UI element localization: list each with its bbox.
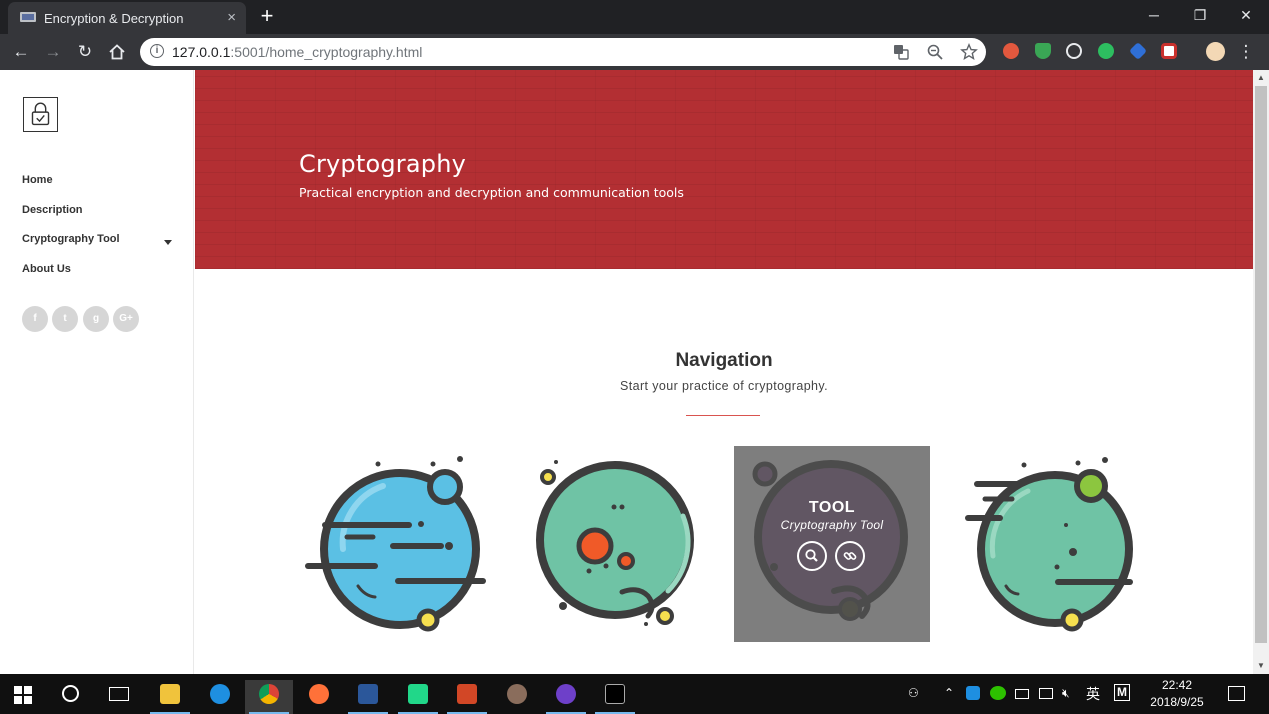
clock-date: 2018/9/25 (1150, 695, 1204, 709)
sidebar-item-home[interactable]: Home (22, 174, 120, 204)
browser-tab-strip: Encryption & Decryption × + ─ ❐ ✕ (0, 0, 1269, 34)
word-icon[interactable] (344, 680, 392, 714)
google-plus-icon[interactable]: G+ (113, 306, 139, 332)
green-planet-icon (536, 460, 694, 626)
extension-sync-icon[interactable] (1066, 43, 1082, 59)
sidebar-item-description[interactable]: Description (22, 204, 120, 234)
scroll-up-arrow-icon[interactable]: ▲ (1253, 70, 1269, 86)
hero-title: Cryptography (299, 150, 467, 178)
nav-card-home[interactable] (960, 446, 1156, 642)
section-divider (686, 415, 760, 416)
windows-taskbar: ⚇ ⌃ 🔇︎ 英 M 22:42 2018/9/25 (0, 674, 1269, 714)
tab-title: Encryption & Decryption (44, 11, 184, 26)
facebook-icon[interactable]: f (22, 306, 48, 332)
restore-button[interactable]: ❐ (1177, 0, 1223, 30)
reload-icon[interactable]: ↻ (73, 40, 97, 64)
link-icon[interactable] (835, 541, 865, 571)
sidebar-item-label: Home (22, 174, 53, 186)
sidebar-item-label: Description (22, 203, 83, 216)
github-desktop-icon[interactable] (542, 680, 590, 714)
search-circle-icon[interactable] (62, 685, 79, 702)
translate-icon[interactable] (892, 43, 910, 61)
windows-start-icon[interactable] (14, 686, 32, 704)
section-title: Navigation (675, 350, 773, 371)
forward-arrow-icon[interactable]: → (41, 40, 65, 64)
overlay-title: TOOL (808, 499, 856, 516)
photo-app-icon[interactable] (493, 680, 541, 714)
volume-muted-icon[interactable]: 🔇︎ (1062, 686, 1070, 701)
edge-browser-icon[interactable] (196, 680, 244, 714)
network-icon[interactable] (1039, 688, 1053, 699)
page-scrollbar[interactable]: ▲ ▼ (1253, 70, 1269, 674)
sidebar-item-about-us[interactable]: About Us (22, 263, 120, 293)
wechat-icon[interactable] (990, 686, 1006, 700)
profile-avatar[interactable] (1206, 42, 1225, 61)
url-host: 127.0.0.1 (172, 44, 231, 60)
system-clock[interactable]: 22:42 2018/9/25 (1146, 677, 1208, 711)
browser-tab[interactable]: Encryption & Decryption × (8, 2, 246, 34)
zoom-icon[interactable] (926, 43, 944, 61)
search-icon[interactable] (797, 541, 827, 571)
menu-kebab-icon[interactable]: ⋮ (1236, 40, 1256, 64)
powerpoint-icon[interactable] (443, 680, 491, 714)
hero-subtitle: Practical encryption and decryption and … (299, 185, 684, 200)
extension-infinity-icon[interactable] (1003, 43, 1019, 59)
lock-logo-icon[interactable] (23, 97, 58, 132)
home-icon[interactable] (108, 43, 126, 61)
sidebar-item-label: About Us (22, 262, 71, 275)
dropdown-caret-icon[interactable] (164, 240, 172, 245)
scroll-down-arrow-icon[interactable]: ▼ (1253, 658, 1269, 674)
scrollbar-thumb[interactable] (1255, 86, 1267, 643)
web-page: Home Description Cryptography Tool About… (0, 70, 1253, 674)
hero-banner: Cryptography Practical encryption and de… (195, 70, 1253, 269)
chrome-icon[interactable] (245, 680, 293, 714)
url-text: 127.0.0.1:5001/home_cryptography.html (172, 44, 422, 60)
file-explorer-icon[interactable] (146, 680, 194, 714)
sidebar-menu: Home Description Cryptography Tool About… (22, 174, 172, 293)
nav-card-cryptography-tool[interactable]: TOOL Cryptography Tool (734, 446, 930, 642)
task-view-icon[interactable] (109, 687, 129, 701)
firefox-icon[interactable] (295, 680, 343, 714)
nav-card-description[interactable] (303, 446, 499, 642)
sidebar-item-cryptography-tool[interactable]: Cryptography Tool (22, 233, 120, 263)
twitter-icon[interactable]: t (52, 306, 78, 332)
back-arrow-icon[interactable]: ← (9, 40, 33, 64)
new-tab-button[interactable]: + (254, 4, 280, 30)
pycharm-icon[interactable] (394, 680, 442, 714)
clock-time: 22:42 (1161, 678, 1193, 692)
tray-chevron-icon[interactable]: ⌃ (944, 686, 954, 700)
extension-diamond-icon[interactable] (1128, 41, 1148, 61)
green-comet-planet-icon (965, 457, 1133, 632)
close-window-button[interactable]: ✕ (1223, 0, 1269, 30)
section-subtitle: Start your practice of cryptography. (619, 379, 828, 393)
battery-icon[interactable] (1015, 689, 1029, 699)
card-hover-overlay (734, 446, 930, 642)
overlay-subtitle: Cryptography Tool (780, 518, 884, 532)
page-favicon-icon (20, 12, 36, 22)
ime-mode-icon[interactable]: M (1114, 684, 1130, 701)
extension-evernote-icon[interactable] (1098, 43, 1114, 59)
bookmark-star-icon[interactable] (960, 43, 978, 61)
input-language[interactable]: 英 (1086, 684, 1100, 704)
nav-card-about[interactable] (518, 446, 714, 642)
sidebar-item-label: Cryptography Tool (22, 233, 120, 245)
browser-toolbar: ← → ↻ i 127.0.0.1:5001/home_cryptography… (0, 34, 1269, 70)
sidebar: Home Description Cryptography Tool About… (0, 70, 194, 674)
extension-clip-icon[interactable] (1161, 43, 1177, 59)
notification-center-icon[interactable] (1228, 686, 1245, 701)
address-bar[interactable]: i 127.0.0.1:5001/home_cryptography.html (140, 38, 986, 66)
blue-planet-icon (305, 456, 486, 632)
github-icon[interactable]: g (83, 306, 109, 332)
extension-shield-icon[interactable] (1035, 43, 1051, 59)
tab-close-icon[interactable]: × (227, 9, 236, 26)
minimize-button[interactable]: ─ (1131, 0, 1177, 30)
url-path: :5001/home_cryptography.html (230, 44, 423, 60)
tray-app-icon[interactable] (966, 686, 980, 700)
people-icon[interactable]: ⚇ (908, 686, 919, 700)
site-info-icon[interactable]: i (150, 44, 164, 58)
terminal-icon[interactable] (591, 680, 639, 714)
